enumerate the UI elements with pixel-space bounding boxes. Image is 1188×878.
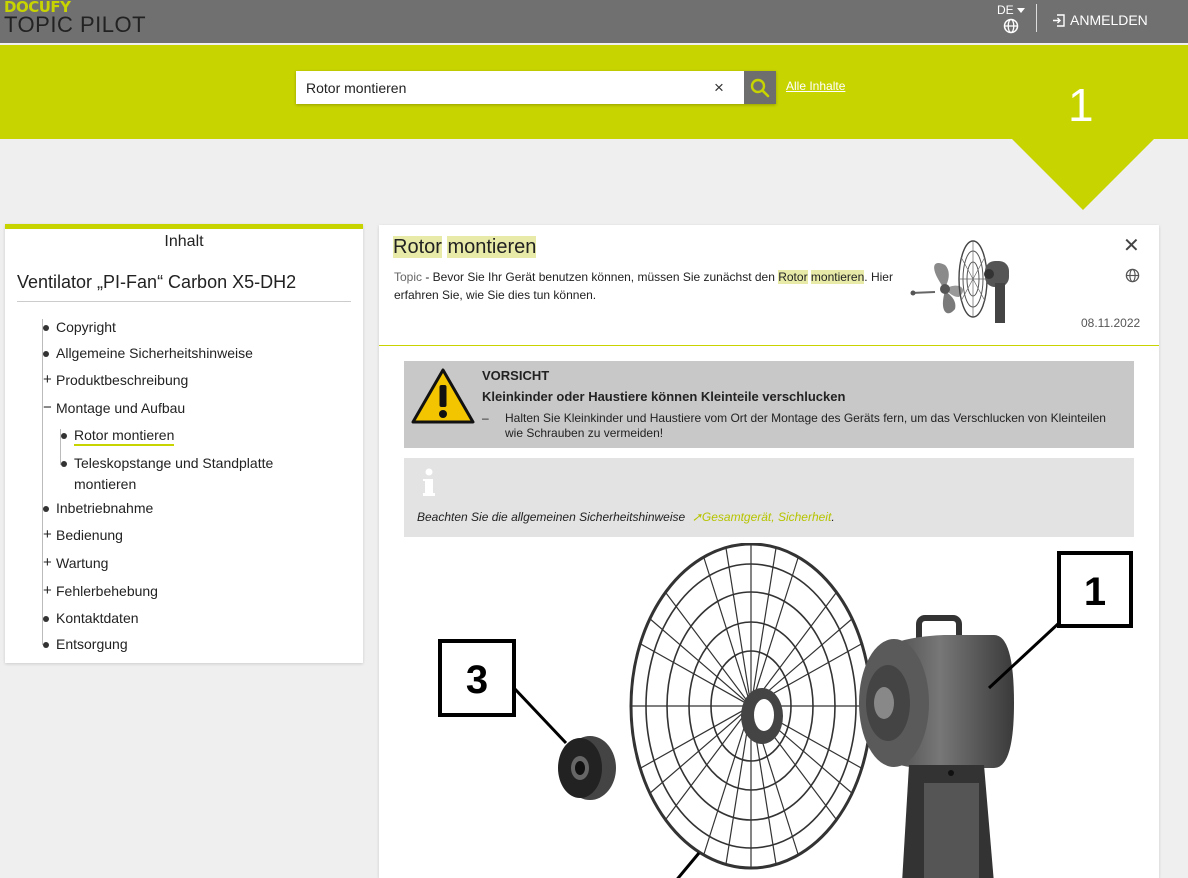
- globe-icon[interactable]: [1125, 268, 1140, 283]
- toc-item-rotor[interactable]: Rotor montieren: [61, 427, 175, 446]
- desc-text: - Bevor Sie Ihr Gerät benutzen können, m…: [422, 270, 779, 284]
- login-label: ANMELDEN: [1070, 12, 1148, 28]
- title-highlight: montieren: [447, 236, 537, 258]
- topic-type: Topic: [394, 270, 423, 284]
- top-bar: DOCUFY TOPIC PILOT DE ANMELDEN: [0, 0, 1188, 43]
- logo-topic-pilot: TOPIC PILOT: [4, 12, 147, 37]
- bullet-icon: [43, 351, 49, 357]
- safety-measure: – Halten Sie Kleinkinder und Haustiere v…: [482, 411, 1122, 441]
- login-button[interactable]: ANMELDEN: [1052, 12, 1148, 28]
- expand-icon[interactable]: +: [43, 583, 52, 599]
- login-icon: [1053, 13, 1065, 27]
- info-notice: Beachten Sie die allgemeinen Sicherheits…: [404, 458, 1134, 537]
- caution-notice: VORSICHT Kleinkinder oder Haustiere könn…: [404, 361, 1134, 448]
- topic-title: Rotor montieren: [393, 236, 537, 259]
- bullet-icon: [43, 506, 49, 512]
- globe-icon: [1003, 18, 1019, 34]
- signal-word: VORSICHT: [482, 368, 550, 383]
- toc-item-label-active: Rotor montieren: [74, 427, 175, 446]
- search-icon: [750, 78, 770, 97]
- all-content-link[interactable]: Alle Inhalte: [786, 79, 845, 93]
- toc-item-safety[interactable]: Allgemeine Sicherheitshinweise: [43, 345, 253, 361]
- topic-description: Topic - Bevor Sie Ihr Gerät benutzen kön…: [394, 268, 894, 304]
- logo[interactable]: DOCUFY TOPIC PILOT: [4, 0, 146, 38]
- toc-item-label: Produktbeschreibung: [56, 372, 189, 388]
- toc-heading: Inhalt: [164, 233, 204, 250]
- step-number: 1: [1068, 79, 1094, 131]
- toc-item-contact[interactable]: Kontaktdaten: [43, 610, 139, 626]
- toc-divider: [17, 301, 351, 302]
- warning-icon: [411, 368, 475, 424]
- toc-item-label: Teleskopstange und Standplatte montieren: [74, 455, 274, 492]
- topic-header: Rotor montieren Topic - Bevor Sie Ihr Ge…: [379, 225, 1159, 346]
- caret-down-icon: [1016, 8, 1025, 14]
- expand-icon[interactable]: +: [43, 555, 52, 571]
- pointer-triangle: [1012, 139, 1154, 210]
- nut-part: [558, 736, 616, 800]
- motor-housing: [859, 615, 1014, 878]
- language-selector[interactable]: DE: [997, 3, 1025, 37]
- title-highlight: Rotor: [393, 236, 442, 258]
- expand-icon[interactable]: +: [43, 372, 52, 388]
- bullet-icon: [43, 642, 49, 648]
- callout-1: 1: [1084, 570, 1106, 614]
- bullet-icon: [61, 461, 67, 467]
- toc-panel: Inhalt Ventilator „PI-Fan“ Carbon X5-DH2…: [5, 224, 363, 663]
- toc-item-assembly[interactable]: − Montage und Aufbau: [43, 400, 186, 417]
- toc-item-label: Copyright: [56, 319, 116, 335]
- info-text: Beachten Sie die allgemeinen Sicherheits…: [417, 510, 835, 524]
- callout-3: 3: [466, 658, 488, 702]
- close-icon[interactable]: ✕: [1123, 233, 1140, 258]
- assembly-illustration: 3 1: [438, 543, 1133, 878]
- desc-highlight: Rotor: [778, 270, 808, 284]
- topic-date: 08.11.2022: [1081, 316, 1141, 330]
- toc-item-product[interactable]: + Produktbeschreibung: [43, 372, 189, 389]
- bullet-icon: [43, 616, 49, 622]
- toc-item-label: Fehlerbehebung: [56, 583, 158, 599]
- toc-item-label: Allgemeine Sicherheitshinweise: [56, 345, 253, 361]
- topic-panel: Rotor montieren Topic - Bevor Sie Ihr Ge…: [379, 225, 1159, 878]
- toc-item-operation[interactable]: + Bedienung: [43, 527, 123, 544]
- toc-item-copyright[interactable]: Copyright: [43, 319, 116, 335]
- toc-item-label: Bedienung: [56, 527, 123, 543]
- toc-item-label: Montage und Aufbau: [56, 400, 186, 416]
- toc-item-commissioning[interactable]: Inbetriebnahme: [43, 500, 153, 516]
- desc-highlight: montieren: [810, 270, 865, 284]
- measure-text: Halten Sie Kleinkinder und Haustiere vom…: [505, 411, 1106, 440]
- bullet-icon: [43, 325, 49, 331]
- clear-search-icon[interactable]: ×: [714, 78, 724, 98]
- expand-icon[interactable]: +: [43, 527, 52, 543]
- toc-item-disposal[interactable]: Entsorgung: [43, 636, 128, 652]
- topic-thumbnail: [910, 240, 1009, 323]
- info-icon: [423, 468, 435, 496]
- toc-title[interactable]: Ventilator „PI-Fan“ Carbon X5-DH2: [17, 272, 363, 293]
- toc-item-label: Inbetriebnahme: [56, 500, 154, 516]
- search-bar: ×: [296, 71, 776, 104]
- info-link-label: Gesamtgerät, Sicherheit: [701, 510, 832, 524]
- toc-item-maintenance[interactable]: + Wartung: [43, 555, 109, 572]
- info-suffix: .: [831, 510, 835, 524]
- toc-item-label: Kontaktdaten: [56, 610, 139, 626]
- toc-item-troubleshooting[interactable]: + Fehlerbehebung: [43, 583, 158, 600]
- toc-item-label: Entsorgung: [56, 636, 128, 652]
- info-link[interactable]: ➚Gesamtgerät, Sicherheit: [692, 510, 831, 524]
- info-text-body: Beachten Sie die allgemeinen Sicherheits…: [417, 510, 686, 524]
- hazard-title: Kleinkinder oder Haustiere können Kleint…: [482, 389, 846, 404]
- search-input[interactable]: [296, 71, 706, 104]
- language-code: DE: [997, 3, 1014, 17]
- collapse-icon[interactable]: −: [43, 400, 52, 416]
- bullet-icon: [61, 433, 67, 439]
- toc-item-telescope[interactable]: Teleskopstange und Standplatte montieren: [61, 453, 311, 495]
- toc-item-label: Wartung: [56, 555, 109, 571]
- search-button[interactable]: [744, 71, 776, 104]
- measure-dash: –: [482, 411, 489, 425]
- header-divider: [1036, 4, 1037, 32]
